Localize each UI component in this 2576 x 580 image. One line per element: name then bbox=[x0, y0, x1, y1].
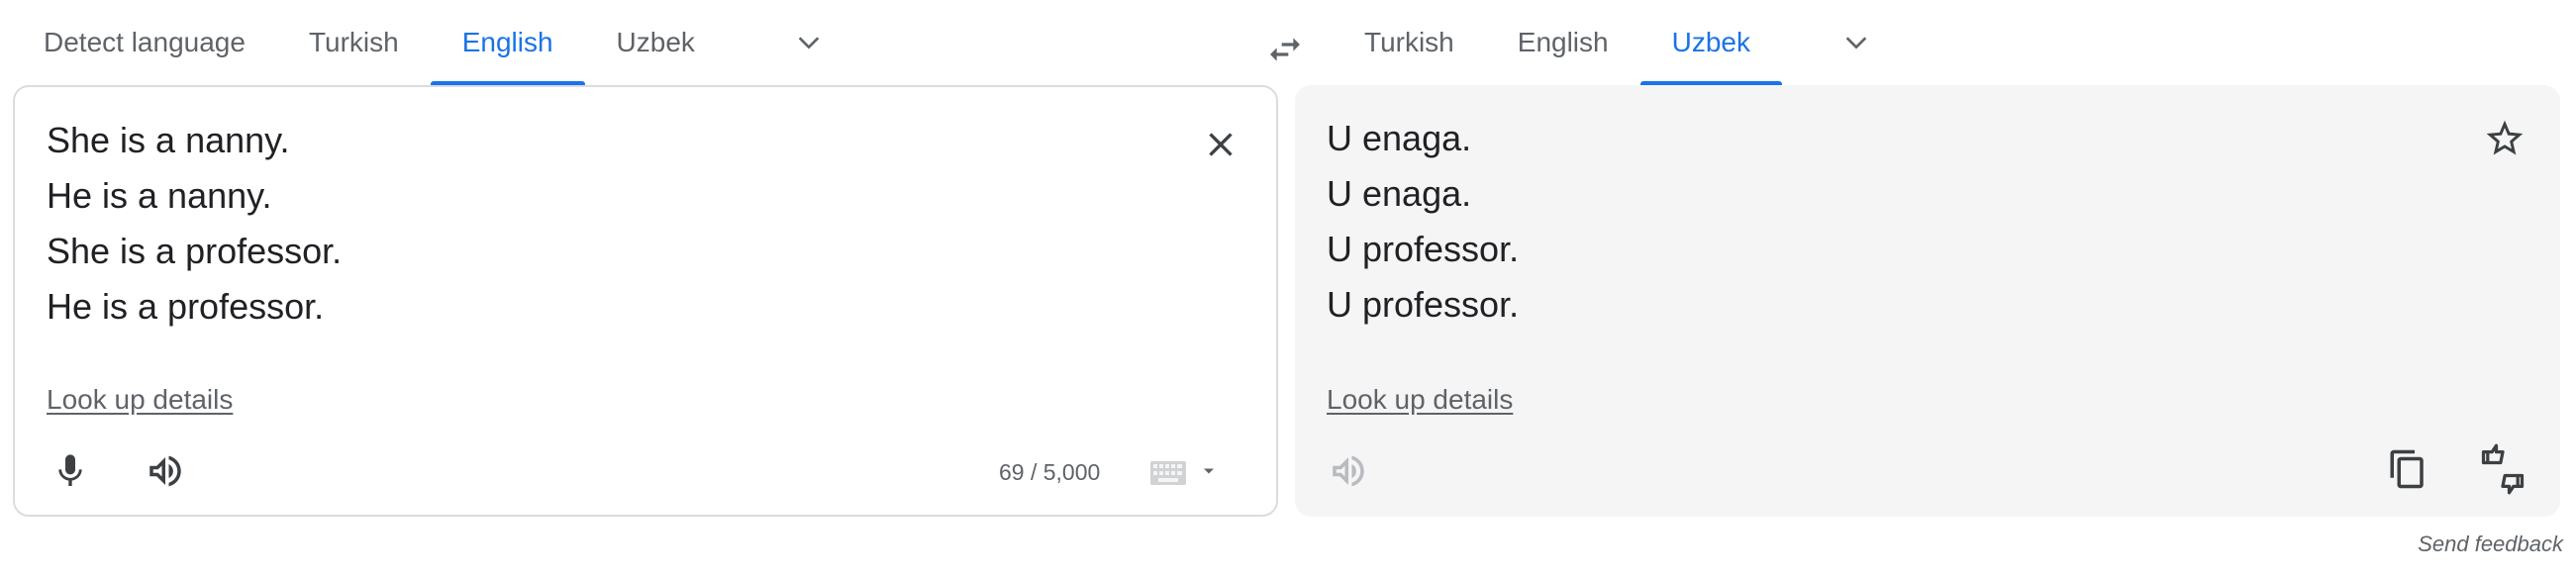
source-language-tabs: Detect language Turkish English Uzbek bbox=[12, 0, 853, 85]
source-line: He is a nanny. bbox=[47, 175, 272, 216]
translation-look-up-details-link[interactable]: Look up details bbox=[1327, 384, 1513, 416]
translation-panel: U enaga. U enaga. U professor. U profess… bbox=[1295, 85, 2560, 517]
share-translation-button[interactable] bbox=[2566, 437, 2576, 501]
copy-icon bbox=[2390, 449, 2424, 489]
source-line: She is a nanny. bbox=[47, 120, 290, 160]
keyboard-icon bbox=[1150, 461, 1186, 485]
listen-source-button[interactable] bbox=[134, 439, 197, 503]
thumbs-up-down-icon bbox=[2481, 443, 2525, 495]
swap-languages-button[interactable] bbox=[1249, 14, 1321, 85]
translation-line: U professor. bbox=[1327, 229, 1520, 269]
more-source-languages-button[interactable] bbox=[764, 0, 853, 85]
source-line: He is a professor. bbox=[47, 286, 325, 327]
source-text-input[interactable]: She is a nanny. He is a nanny. She is a … bbox=[47, 113, 342, 335]
tab-target-english[interactable]: English bbox=[1486, 0, 1640, 85]
speaker-icon bbox=[149, 455, 181, 487]
listen-translation-button[interactable] bbox=[1317, 439, 1380, 503]
speaker-icon bbox=[1333, 455, 1364, 487]
clear-source-button[interactable] bbox=[1189, 113, 1252, 176]
translation-line: U professor. bbox=[1327, 284, 1520, 325]
source-line: She is a professor. bbox=[47, 231, 343, 271]
translation-line: U enaga. bbox=[1327, 173, 1472, 214]
copy-translation-button[interactable] bbox=[2376, 437, 2439, 501]
close-icon bbox=[1209, 133, 1233, 156]
tab-source-english[interactable]: English bbox=[430, 0, 585, 85]
chevron-down-icon bbox=[1845, 37, 1867, 49]
tab-target-turkish[interactable]: Turkish bbox=[1333, 0, 1486, 85]
tab-target-uzbek[interactable]: Uzbek bbox=[1639, 0, 1783, 85]
microphone-icon bbox=[58, 454, 82, 486]
translation-text: U enaga. U enaga. U professor. U profess… bbox=[1327, 111, 1519, 333]
chevron-down-icon bbox=[798, 37, 820, 49]
voice-input-button[interactable] bbox=[39, 439, 102, 503]
character-counter: 69 / 5,000 bbox=[999, 459, 1101, 485]
source-look-up-details-link[interactable]: Look up details bbox=[47, 384, 233, 416]
tab-source-uzbek[interactable]: Uzbek bbox=[585, 0, 727, 85]
translation-line: U enaga. bbox=[1327, 118, 1472, 158]
target-language-tabs: Turkish English Uzbek bbox=[1333, 0, 1901, 85]
more-target-languages-button[interactable] bbox=[1812, 0, 1901, 85]
source-text-panel: She is a nanny. He is a nanny. She is a … bbox=[13, 85, 1278, 517]
rate-translation-button[interactable] bbox=[2471, 437, 2534, 501]
send-feedback-link[interactable]: Send feedback bbox=[2418, 532, 2563, 557]
save-translation-button[interactable] bbox=[2473, 107, 2536, 170]
input-tools-dropdown[interactable] bbox=[1189, 439, 1229, 503]
caret-down-icon bbox=[1204, 468, 1214, 474]
swap-arrows-icon bbox=[1270, 38, 1300, 61]
tab-source-turkish[interactable]: Turkish bbox=[277, 0, 431, 85]
star-icon bbox=[2486, 120, 2524, 155]
tab-detect-language[interactable]: Detect language bbox=[12, 0, 277, 85]
